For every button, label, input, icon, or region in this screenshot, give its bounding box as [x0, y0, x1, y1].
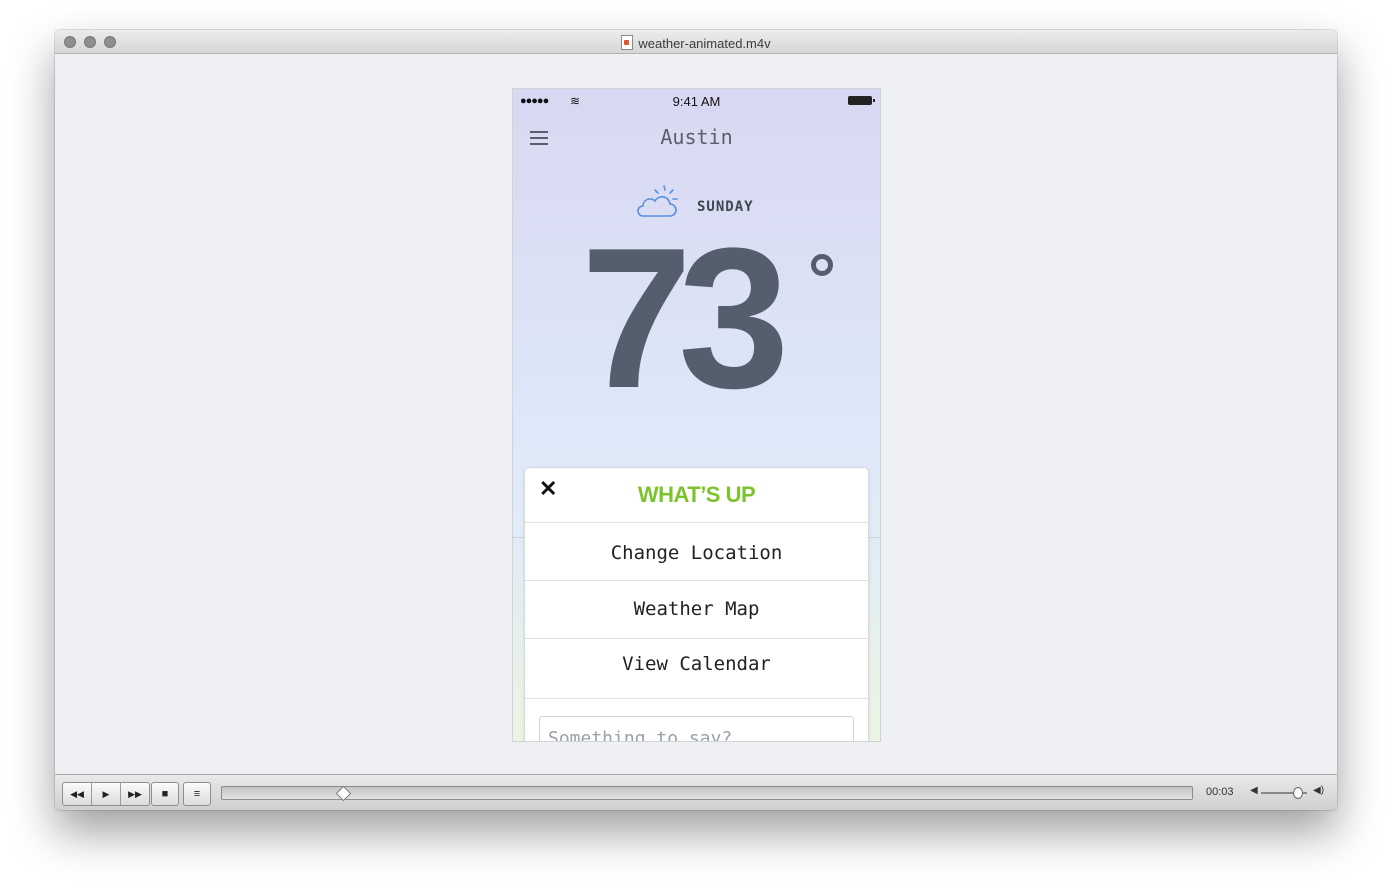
movie-file-icon [621, 35, 634, 50]
volume-low-icon: ◀ [1250, 785, 1258, 796]
divider [525, 698, 868, 699]
window-title: weather-animated.m4v [55, 35, 1337, 51]
play-button[interactable]: ▶ [92, 783, 121, 805]
playback-controls: ◀◀ ▶ ▶▶ ■ ≡ 00:03 ◀ ◀) [55, 774, 1337, 810]
view-calendar-item[interactable]: View Calendar [525, 635, 868, 693]
elapsed-time: 00:03 [1206, 786, 1234, 798]
battery-icon [848, 96, 875, 105]
status-time: 9:41 AM [672, 94, 721, 109]
degree-symbol [811, 254, 833, 276]
whats-up-panel: ✕ WHAT’S UP Change Location Weather Map … [524, 467, 869, 741]
rewind-button[interactable]: ◀◀ [63, 783, 92, 805]
status-bar: ●●●●● ≋ 9:41 AM [513, 93, 880, 109]
temperature-value: 73 [581, 207, 790, 430]
volume-knob[interactable] [1293, 787, 1303, 799]
fast-forward-button[interactable]: ▶▶ [121, 783, 149, 805]
panel-title: WHAT’S UP [637, 482, 756, 507]
scrubber-thumb[interactable] [335, 785, 352, 802]
weather-map-item[interactable]: Weather Map [525, 580, 868, 638]
change-location-item[interactable]: Change Location [525, 524, 868, 582]
player-window: weather-animated.m4v ●●●●● ≋ 9:41 AM Aus… [55, 30, 1337, 810]
title-bar[interactable]: weather-animated.m4v [55, 30, 1337, 54]
stop-button[interactable]: ■ [151, 782, 179, 806]
transport-buttons: ◀◀ ▶ ▶▶ [62, 782, 150, 806]
video-frame: ●●●●● ≋ 9:41 AM Austin SUNDAY 73 ✕ WHAT’… [512, 88, 881, 742]
window-title-text: weather-animated.m4v [638, 36, 771, 51]
volume-high-icon: ◀) [1313, 785, 1325, 796]
city-title: Austin [660, 125, 733, 149]
message-input[interactable]: Something to say? [539, 716, 854, 741]
playback-scrubber[interactable] [221, 785, 1193, 802]
divider [525, 522, 868, 523]
chapters-button[interactable]: ≡ [183, 782, 211, 806]
